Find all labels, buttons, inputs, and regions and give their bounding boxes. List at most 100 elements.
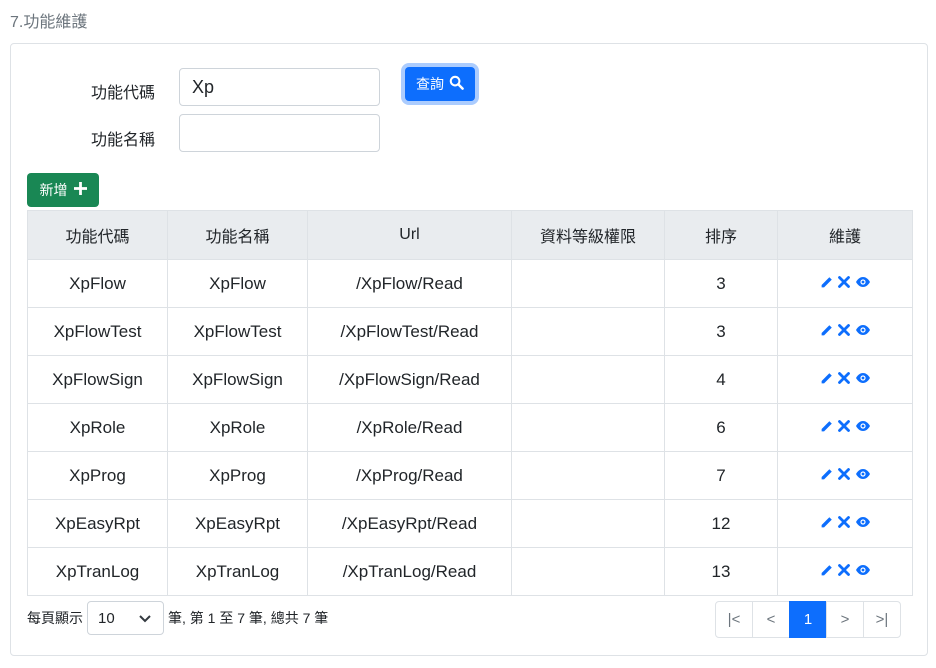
cell-actions bbox=[777, 259, 913, 308]
table-row: XpFlowTest XpFlowTest/XpFlowTest/Read 3 bbox=[27, 307, 913, 356]
cell-sort: 12 bbox=[664, 499, 778, 548]
col-header-name[interactable]: 功能名稱 bbox=[167, 210, 308, 260]
delete-x-icon[interactable] bbox=[837, 420, 850, 432]
cell-url: /XpTranLog/Read bbox=[307, 547, 512, 596]
cell-level bbox=[511, 307, 665, 356]
table-row: XpFlow XpFlow/XpFlow/Read 3 bbox=[27, 259, 913, 308]
cell-name: XpTranLog bbox=[167, 547, 308, 596]
chevron-down-icon bbox=[139, 610, 151, 627]
cell-sort: 7 bbox=[664, 451, 778, 500]
cell-url: /XpFlow/Read bbox=[307, 259, 512, 308]
function-table: 功能代碼 功能名稱 Url 資料等級權限 排序 維護 XpFlow XpFlow /… bbox=[27, 210, 913, 596]
table-row: XpTranLog XpTranLog/XpTranLog/Read 13 bbox=[27, 547, 913, 596]
cell-url: /XpFlowTest/Read bbox=[307, 307, 512, 356]
name-label: 功能名稱 bbox=[91, 132, 156, 149]
page-size-control: 每頁顯示 10 筆, 第 1 至 7 筆, 總共 7 筆 bbox=[27, 601, 328, 635]
pencil-icon[interactable] bbox=[820, 468, 833, 481]
eye-icon[interactable] bbox=[855, 516, 871, 528]
cell-code: XpEasyRpt bbox=[27, 499, 168, 548]
query-button[interactable]: 查詢 bbox=[405, 67, 475, 101]
cell-level bbox=[511, 355, 665, 404]
table-row: XpRole XpRole/XpRole/Read 6 bbox=[27, 403, 913, 452]
delete-x-icon[interactable] bbox=[837, 324, 850, 336]
delete-x-icon[interactable] bbox=[837, 468, 850, 480]
search-icon bbox=[449, 75, 464, 93]
cell-url: /XpRole/Read bbox=[307, 403, 512, 452]
code-label: 功能代碼 bbox=[91, 85, 156, 102]
add-button[interactable]: 新增 bbox=[27, 173, 99, 207]
next-page-button[interactable]: > bbox=[826, 601, 864, 638]
cell-name: XpEasyRpt bbox=[167, 499, 308, 548]
delete-x-icon[interactable] bbox=[837, 564, 850, 576]
cell-code: XpFlowTest bbox=[27, 307, 168, 356]
eye-icon[interactable] bbox=[855, 420, 871, 432]
page-size-value: 10 bbox=[98, 609, 115, 627]
cell-actions bbox=[777, 547, 913, 596]
cell-actions bbox=[777, 403, 913, 452]
cell-actions bbox=[777, 307, 913, 356]
add-button-label: 新增 bbox=[39, 182, 68, 198]
table-header-row: 功能代碼 功能名稱 Url 資料等級權限 排序 維護 bbox=[27, 210, 913, 260]
cell-level bbox=[511, 547, 665, 596]
eye-icon[interactable] bbox=[855, 324, 871, 336]
cell-sort: 13 bbox=[664, 547, 778, 596]
plus-icon bbox=[73, 182, 87, 198]
col-header-url[interactable]: Url bbox=[307, 210, 512, 260]
cell-sort: 4 bbox=[664, 355, 778, 404]
page-title: 7.功能維護 bbox=[10, 14, 88, 31]
eye-icon[interactable] bbox=[855, 468, 871, 480]
pagination: |< < 1 > >| bbox=[715, 601, 901, 638]
table-row: XpFlowSign XpFlowSign/XpFlowSign/Read 4 bbox=[27, 355, 913, 404]
cell-code: XpProg bbox=[27, 451, 168, 500]
cell-actions bbox=[777, 451, 913, 500]
pencil-icon[interactable] bbox=[820, 420, 833, 433]
cell-level bbox=[511, 499, 665, 548]
cell-actions bbox=[777, 499, 913, 548]
eye-icon[interactable] bbox=[855, 564, 871, 576]
eye-icon[interactable] bbox=[855, 276, 871, 288]
last-page-button[interactable]: >| bbox=[863, 601, 901, 638]
pencil-icon[interactable] bbox=[820, 276, 833, 289]
cell-level bbox=[511, 451, 665, 500]
delete-x-icon[interactable] bbox=[837, 516, 850, 528]
cell-name: XpProg bbox=[167, 451, 308, 500]
eye-icon[interactable] bbox=[855, 372, 871, 384]
col-header-actions: 維護 bbox=[777, 210, 913, 260]
delete-x-icon[interactable] bbox=[837, 372, 850, 384]
cell-url: /XpFlowSign/Read bbox=[307, 355, 512, 404]
pencil-icon[interactable] bbox=[820, 324, 833, 337]
current-page-button[interactable]: 1 bbox=[789, 601, 827, 638]
pencil-icon[interactable] bbox=[820, 564, 833, 577]
cell-url: /XpProg/Read bbox=[307, 451, 512, 500]
cell-code: XpFlowSign bbox=[27, 355, 168, 404]
pencil-icon[interactable] bbox=[820, 372, 833, 385]
cell-name: XpFlowTest bbox=[167, 307, 308, 356]
cell-sort: 6 bbox=[664, 403, 778, 452]
query-button-label: 查詢 bbox=[416, 76, 444, 92]
per-page-label: 每頁顯示 bbox=[27, 610, 83, 626]
table-row: XpEasyRpt XpEasyRpt/XpEasyRpt/Read 12 bbox=[27, 499, 913, 548]
main-panel: 功能代碼 Xp 功能名稱 查詢 新增 功能代碼 功能名稱 Url 資料等級權限 … bbox=[10, 43, 928, 656]
col-header-sort[interactable]: 排序 bbox=[664, 210, 778, 260]
cell-url: /XpEasyRpt/Read bbox=[307, 499, 512, 548]
delete-x-icon[interactable] bbox=[837, 276, 850, 288]
cell-code: XpFlow bbox=[27, 259, 168, 308]
cell-level bbox=[511, 403, 665, 452]
cell-name: XpFlow bbox=[167, 259, 308, 308]
cell-name: XpFlowSign bbox=[167, 355, 308, 404]
cell-name: XpRole bbox=[167, 403, 308, 452]
prev-page-button[interactable]: < bbox=[752, 601, 790, 638]
col-header-level[interactable]: 資料等級權限 bbox=[511, 210, 665, 260]
first-page-button[interactable]: |< bbox=[715, 601, 753, 638]
cell-level bbox=[511, 259, 665, 308]
col-header-code[interactable]: 功能代碼 bbox=[27, 210, 168, 260]
code-input[interactable]: Xp bbox=[179, 68, 380, 106]
cell-code: XpTranLog bbox=[27, 547, 168, 596]
pencil-icon[interactable] bbox=[820, 516, 833, 529]
cell-actions bbox=[777, 355, 913, 404]
table-row: XpProg XpProg/XpProg/Read 7 bbox=[27, 451, 913, 500]
name-input[interactable] bbox=[179, 114, 380, 152]
cell-sort: 3 bbox=[664, 259, 778, 308]
cell-code: XpRole bbox=[27, 403, 168, 452]
page-size-select[interactable]: 10 bbox=[87, 601, 164, 635]
